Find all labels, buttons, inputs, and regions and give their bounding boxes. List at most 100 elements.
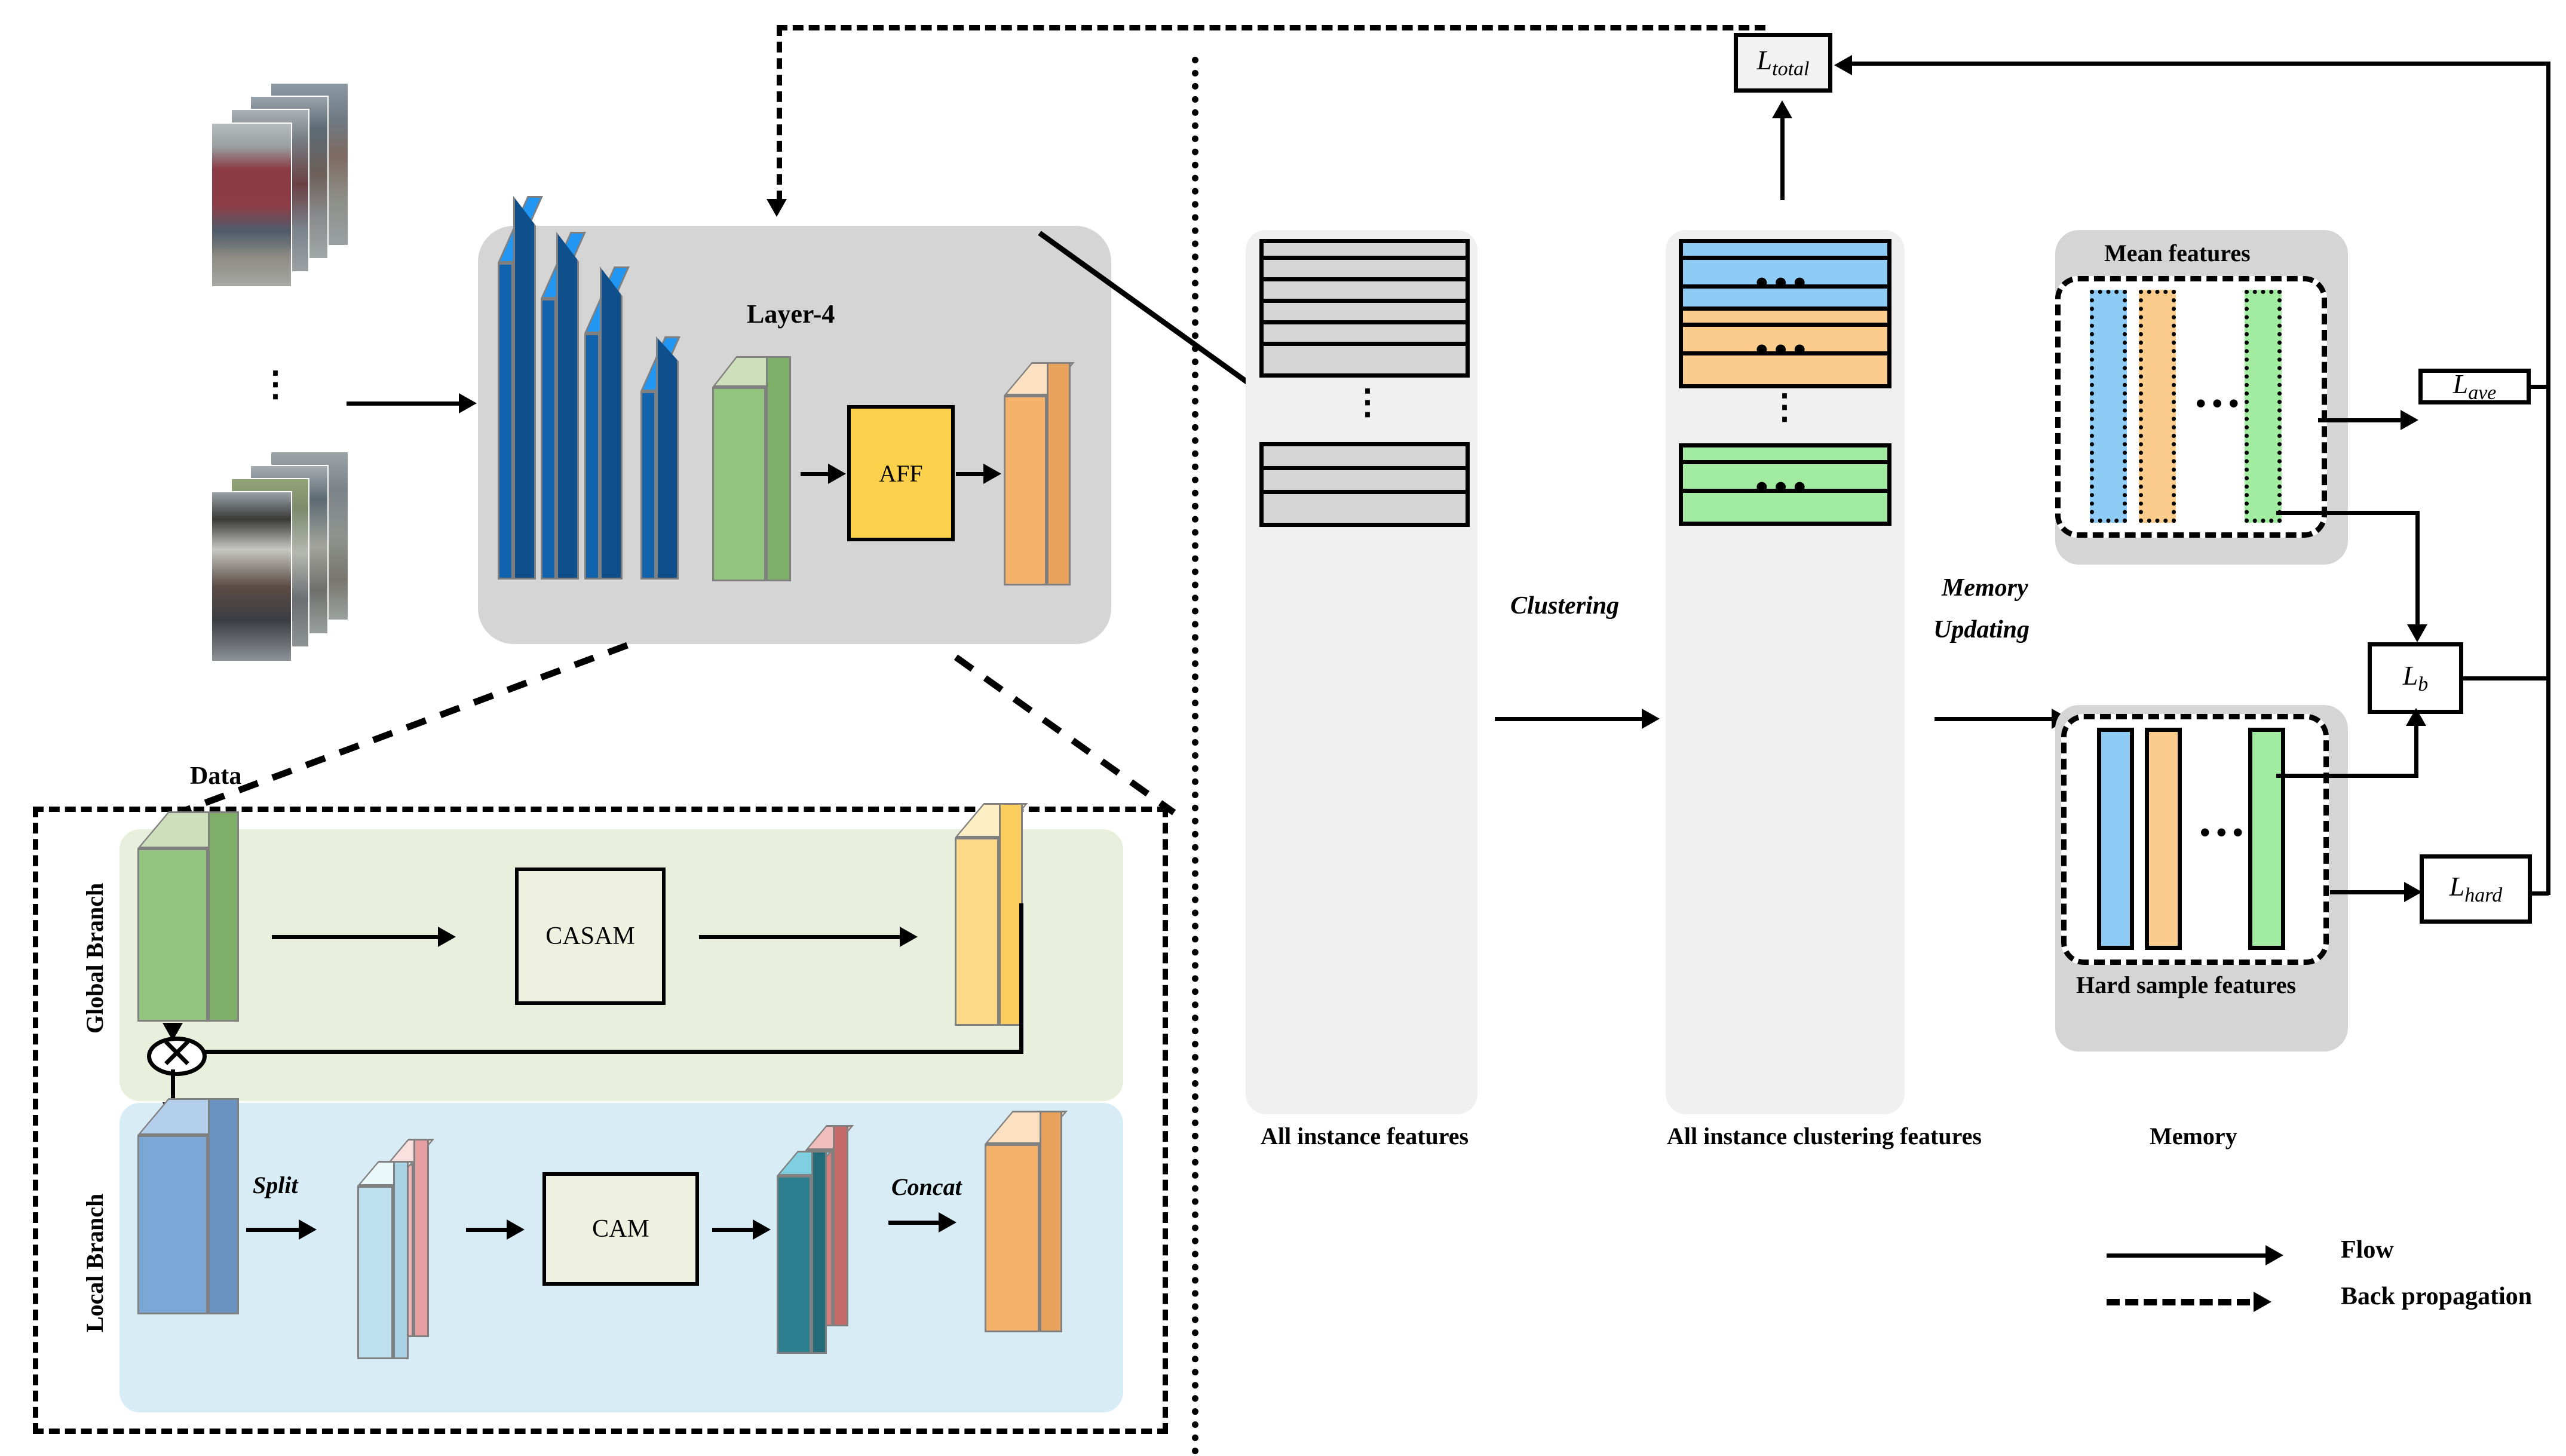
global-attention-cube [955, 803, 1028, 1026]
hard-to-lb-head [2406, 708, 2426, 726]
arrow-casam-out-head [900, 927, 918, 947]
callout-guides [178, 642, 1176, 816]
hard-to-lb-vline [2414, 723, 2418, 777]
arrow-concat-line [888, 1221, 940, 1225]
split-part-lightblue [357, 1161, 415, 1359]
cluster-bar-green [1679, 489, 1891, 526]
legend-flow-label: Flow [2341, 1236, 2394, 1264]
global-branch-label: Global Branch [81, 882, 108, 1034]
global-input-cube [137, 811, 240, 1022]
loss-total-in-head [1772, 100, 1792, 118]
memory-updating-label-line2: Updating [1933, 616, 2030, 643]
arrow-aff-output-line [956, 472, 985, 476]
cluster-column-ellipsis: ⋮ [1767, 387, 1802, 426]
arrow-split-cam-head [507, 1219, 525, 1240]
hard-col-blue [2097, 728, 2134, 950]
backbone-block-4 [640, 336, 680, 580]
backbone-block-3 [584, 266, 630, 580]
loss-b-box[interactable]: Lb [2368, 642, 2463, 714]
mean-col-orange [2139, 290, 2176, 523]
mean-to-lb-head [2407, 624, 2427, 642]
backbone-block-2 [541, 232, 586, 580]
concat-label: Concat [891, 1173, 962, 1200]
loss-ave-box[interactable]: Lave [2418, 369, 2531, 404]
mean-to-lb-vline [2415, 511, 2420, 627]
mean-to-lave-head [2401, 410, 2418, 430]
hard-sample-label: Hard sample features [2076, 971, 2297, 998]
backprop-down-line [777, 25, 782, 201]
data-label: Data [190, 762, 242, 790]
cluster-bar-orange [1679, 351, 1891, 388]
legend-backprop-line [2107, 1299, 2250, 1305]
split-label: Split [253, 1172, 298, 1198]
layer4-block [712, 356, 791, 581]
arrow-global-casam-line [272, 935, 439, 939]
legend-flow-line [2107, 1253, 2268, 1258]
instance-features-caption: All instance features [1261, 1123, 1469, 1150]
arrow-aff-output-head [983, 464, 1001, 484]
arrow-split-line [246, 1228, 300, 1232]
arrow-global-casam-head [438, 927, 456, 947]
backprop-down-head [767, 199, 787, 217]
legend-backprop-label: Back propagation [2341, 1283, 2533, 1310]
data-stack-ellipsis: ⋮ [258, 364, 293, 403]
lb-to-bus-line [2463, 676, 2549, 681]
arrow-data-to-backbone-line [347, 401, 460, 406]
cluster-features-caption: All instance clustering features [1667, 1123, 1982, 1150]
mean-col-green [2245, 290, 2282, 523]
memory-caption: Memory [2150, 1123, 2237, 1150]
casam-box[interactable]: CASAM [515, 868, 666, 1005]
local-branch-label: Local Branch [81, 1193, 108, 1332]
concat-output-block [985, 1111, 1068, 1332]
local-input-cube [137, 1098, 240, 1314]
aff-box[interactable]: AFF [847, 405, 955, 541]
cam-out-teal [777, 1151, 833, 1354]
loss-hard-box[interactable]: Lhard [2420, 854, 2532, 924]
hard-to-lb-hline [2276, 774, 2418, 778]
mean-features-ellipsis: ••• [2196, 387, 2245, 420]
clustering-label: Clustering [1510, 592, 1620, 620]
mean-features-label: Mean features [2104, 240, 2251, 266]
feedback-hline [194, 1050, 1023, 1054]
loss-bus-to-total-head [1834, 55, 1852, 75]
arrow-layer4-aff-line [801, 472, 829, 476]
arrow-data-to-backbone-head [459, 393, 477, 413]
person-photo [211, 122, 292, 287]
cam-box[interactable]: CAM [542, 1172, 699, 1286]
mean-col-blue [2090, 290, 2127, 523]
backbone-block-1 [498, 196, 543, 580]
instance-bar [1259, 490, 1470, 527]
legend-backprop-arrow [2254, 1292, 2271, 1312]
arrow-cam-out-line [712, 1228, 754, 1232]
clustering-arrow-line [1495, 717, 1644, 721]
instance-column-ellipsis: ⋮ [1350, 382, 1385, 421]
legend-flow-arrow [2265, 1245, 2283, 1265]
clustering-arrow-head [1642, 709, 1660, 729]
layer4-label: Layer-4 [747, 299, 835, 329]
arrow-cam-out-head [753, 1219, 771, 1240]
multiply-node [147, 1037, 207, 1076]
loss-total-box[interactable]: Ltotal [1734, 33, 1832, 93]
arrow-split-cam-line [466, 1228, 508, 1232]
lhard-to-bus-line [2532, 891, 2549, 896]
hard-col-green [2248, 728, 2285, 950]
arrow-concat-head [939, 1212, 956, 1233]
lave-to-bus-line [2531, 385, 2549, 389]
hard-to-lhard-line [2330, 890, 2406, 894]
memory-updating-label-line1: Memory [1942, 574, 2028, 602]
hard-sample-ellipsis: ••• [2200, 816, 2249, 849]
figure-canvas: ⋮ Layer-4 AFF Data Global Branch Local B… [0, 0, 2566, 1456]
loss-bus-to-total-line [1852, 62, 2548, 66]
feedback-vline [1019, 903, 1023, 1054]
mean-to-lave-line [2318, 418, 2403, 422]
hard-col-orange [2145, 728, 2182, 950]
loss-bus-vline [2546, 62, 2550, 895]
arrow-casam-out-line [699, 935, 902, 939]
arrow-layer4-aff-head [828, 464, 846, 484]
arrow-split-head [299, 1219, 317, 1240]
instance-bar [1259, 342, 1470, 378]
loss-total-in-line [1780, 117, 1785, 200]
mean-to-lb-hline [2276, 511, 2420, 515]
memory-updating-arrow-line [1935, 717, 2054, 721]
backprop-top-line [777, 25, 1765, 30]
